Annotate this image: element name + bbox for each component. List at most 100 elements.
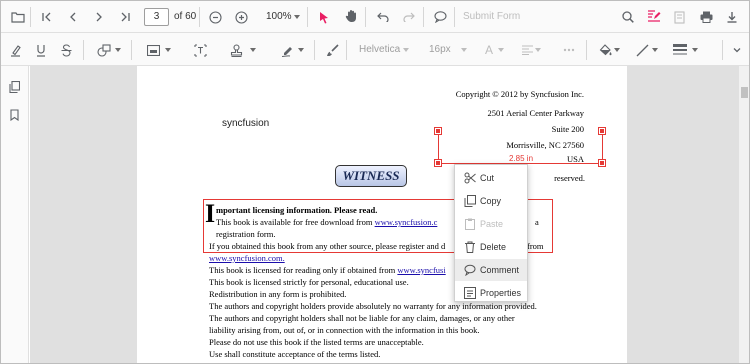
- strikethrough-icon[interactable]: [61, 40, 72, 60]
- body-line: This book is licensed for reading only i…: [209, 265, 446, 275]
- annotation-icon[interactable]: [647, 6, 661, 26]
- print-icon[interactable]: [700, 7, 713, 27]
- address-line: 2501 Aerial Center Parkway: [487, 108, 584, 118]
- context-menu: Cut Copy Paste Delete Comment Properties: [454, 164, 528, 302]
- previous-page-icon[interactable]: [67, 7, 79, 27]
- stroke-color-icon[interactable]: [636, 40, 649, 60]
- syncfusion-link[interactable]: www.syncfusi: [397, 265, 445, 275]
- measure-leader: [602, 131, 603, 163]
- comment-icon[interactable]: [434, 7, 447, 27]
- toolbar-separator: [423, 7, 424, 27]
- dropcap: I: [205, 199, 216, 228]
- notice-line: registration form.: [216, 229, 276, 239]
- zoom-in-icon[interactable]: [235, 7, 248, 27]
- first-page-icon[interactable]: [41, 7, 53, 27]
- menu-item-label: Comment: [480, 265, 520, 275]
- chevron-down-icon[interactable]: [165, 48, 171, 52]
- menu-item-properties[interactable]: Properties: [455, 282, 527, 304]
- toolbar-separator: [346, 40, 347, 60]
- form-designer-icon[interactable]: [674, 7, 685, 27]
- paste-icon: [464, 218, 476, 230]
- close-annotation-toolbar-icon[interactable]: [732, 40, 742, 60]
- resize-handle[interactable]: [434, 159, 442, 167]
- highlight-icon[interactable]: [10, 40, 21, 60]
- chevron-down-icon[interactable]: [403, 48, 409, 52]
- menu-item-paste[interactable]: Paste: [455, 213, 527, 235]
- font-size-dropdown[interactable]: 16px: [429, 44, 451, 55]
- chevron-down-icon[interactable]: [692, 48, 698, 52]
- syncfusion-link[interactable]: www.syncfusion.com.: [209, 253, 285, 263]
- scrollbar-thumb[interactable]: [741, 87, 748, 98]
- delete-icon: [464, 241, 476, 253]
- page-number-input[interactable]: 3: [144, 8, 169, 26]
- body-line: Redistribution in any form is prohibited…: [209, 289, 347, 299]
- text-align-icon[interactable]: [522, 40, 533, 60]
- pdf-page[interactable]: Copyright © 2012 by Syncfusion Inc. 2501…: [137, 66, 627, 363]
- ink-icon[interactable]: [327, 40, 339, 60]
- bookmark-icon[interactable]: [10, 105, 19, 125]
- menu-item-delete[interactable]: Delete: [455, 236, 527, 258]
- thickness-icon[interactable]: [673, 40, 687, 60]
- download-icon[interactable]: [726, 7, 738, 27]
- body-text: This book is licensed for reading only i…: [209, 265, 396, 275]
- open-icon[interactable]: [11, 7, 25, 27]
- free-text-box-icon[interactable]: [194, 40, 207, 60]
- last-page-icon[interactable]: [119, 7, 131, 27]
- chevron-down-icon[interactable]: [614, 48, 620, 52]
- underline-icon[interactable]: [36, 40, 46, 60]
- notice-line: If you obtained this book from any other…: [209, 241, 446, 251]
- toolbar-separator: [586, 40, 587, 60]
- body-line: The authors and copyright holders shall …: [209, 313, 515, 323]
- notice-line: This book is available for free download…: [216, 217, 437, 227]
- zoom-out-icon[interactable]: [209, 7, 222, 27]
- search-icon[interactable]: [622, 7, 634, 27]
- text-properties-icon[interactable]: [563, 40, 575, 60]
- zoom-dropdown[interactable]: 100%: [266, 11, 292, 22]
- chevron-down-icon[interactable]: [250, 48, 256, 52]
- toolbar-separator: [365, 7, 366, 27]
- address-line: Morrisville, NC 27560: [506, 140, 584, 150]
- witness-stamp[interactable]: WITNESS: [335, 165, 407, 187]
- shapes-icon[interactable]: [97, 40, 111, 60]
- select-cursor-icon[interactable]: [319, 7, 330, 27]
- redo-icon[interactable]: [403, 7, 415, 27]
- toolbar-separator: [307, 7, 308, 27]
- toolbar-separator: [199, 7, 200, 27]
- menu-item-comment[interactable]: Comment: [455, 259, 527, 281]
- notice-heading: mportant licensing information. Please r…: [216, 205, 378, 215]
- calibrate-icon[interactable]: [147, 40, 160, 60]
- annotation-toolbar: Helvetica 16px A: [1, 33, 749, 66]
- signature-icon[interactable]: [281, 40, 295, 60]
- copy-icon: [464, 195, 476, 207]
- fill-color-icon[interactable]: [599, 40, 612, 60]
- chevron-down-icon[interactable]: [115, 48, 121, 52]
- pan-icon[interactable]: [345, 6, 358, 26]
- chevron-down-icon[interactable]: [461, 48, 467, 52]
- resize-handle[interactable]: [598, 159, 606, 167]
- chevron-down-icon[interactable]: [498, 48, 504, 52]
- stamp-icon[interactable]: [230, 40, 243, 60]
- body-line: Please do not use this book if the liste…: [209, 337, 424, 347]
- page-organizer-icon[interactable]: [9, 77, 20, 97]
- document-viewport[interactable]: Copyright © 2012 by Syncfusion Inc. 2501…: [30, 66, 739, 363]
- menu-item-cut[interactable]: Cut: [455, 167, 527, 189]
- font-family-dropdown[interactable]: Helvetica: [359, 44, 400, 55]
- syncfusion-link[interactable]: www.syncfusion.c: [375, 217, 438, 227]
- vertical-scrollbar[interactable]: [739, 66, 749, 363]
- font-color-icon[interactable]: A: [485, 40, 493, 60]
- logo-text: syncfusion: [222, 118, 270, 129]
- body-line: This book is licensed strictly for perso…: [209, 277, 409, 287]
- menu-item-copy[interactable]: Copy: [455, 190, 527, 212]
- chevron-down-icon[interactable]: [652, 48, 658, 52]
- notice-text-end: from: [527, 241, 544, 251]
- chevron-down-icon[interactable]: [535, 48, 541, 52]
- menu-item-label: Cut: [480, 173, 495, 183]
- undo-icon[interactable]: [377, 7, 389, 27]
- resize-handle[interactable]: [434, 127, 442, 135]
- resize-handle[interactable]: [598, 127, 606, 135]
- cut-icon: [464, 172, 476, 184]
- next-page-icon[interactable]: [93, 7, 105, 27]
- chevron-down-icon[interactable]: [298, 48, 304, 52]
- submit-form-button[interactable]: Submit Form: [463, 11, 520, 22]
- chevron-down-icon[interactable]: [294, 15, 300, 19]
